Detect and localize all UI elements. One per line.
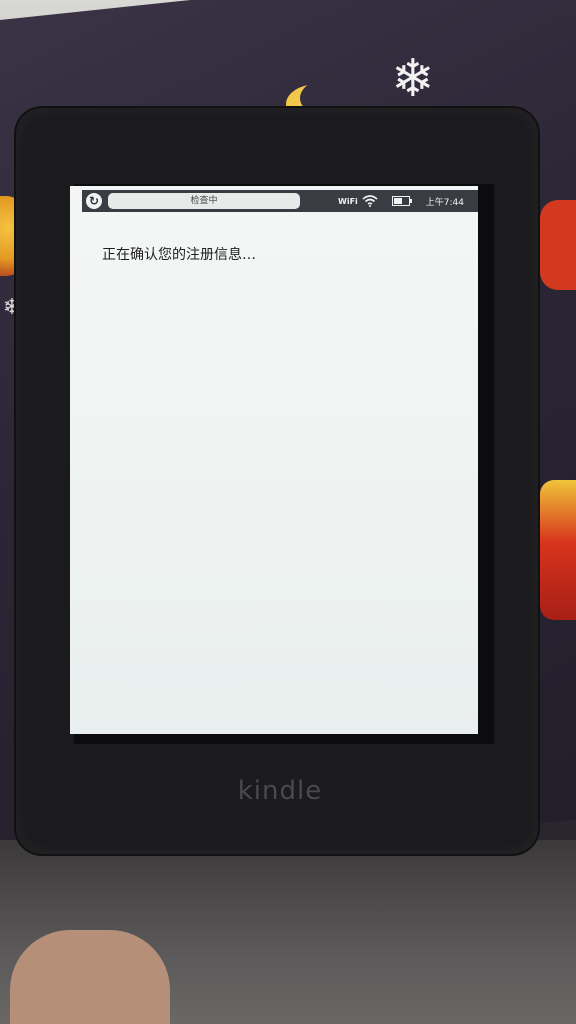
snowflake-decoration: ❄ bbox=[391, 49, 435, 109]
registration-status-message: 正在确认您的注册信息… bbox=[102, 247, 256, 263]
battery-icon bbox=[391, 196, 412, 206]
brand-logo: kindle bbox=[237, 776, 323, 806]
pattern-decoration-right-top bbox=[540, 200, 576, 290]
wifi-label: WiFi bbox=[338, 196, 358, 206]
clock: 上午7:44 bbox=[425, 197, 464, 208]
search-box[interactable]: 检查中 bbox=[108, 193, 300, 209]
finger bbox=[10, 930, 170, 1024]
status-bar: ↻ 检查中 WiFi 上午7:44 bbox=[82, 190, 478, 212]
pattern-decoration-right-bottom bbox=[540, 480, 576, 620]
battery-tip bbox=[409, 199, 412, 203]
sync-icon[interactable]: ↻ bbox=[86, 193, 102, 209]
battery-level bbox=[393, 198, 402, 204]
device-screen[interactable]: ↻ 检查中 WiFi 上午7:44 正在确认您的注册信息… bbox=[70, 186, 478, 734]
wifi-icon bbox=[362, 195, 378, 207]
status-indicators: WiFi 上午7:44 bbox=[338, 195, 464, 208]
